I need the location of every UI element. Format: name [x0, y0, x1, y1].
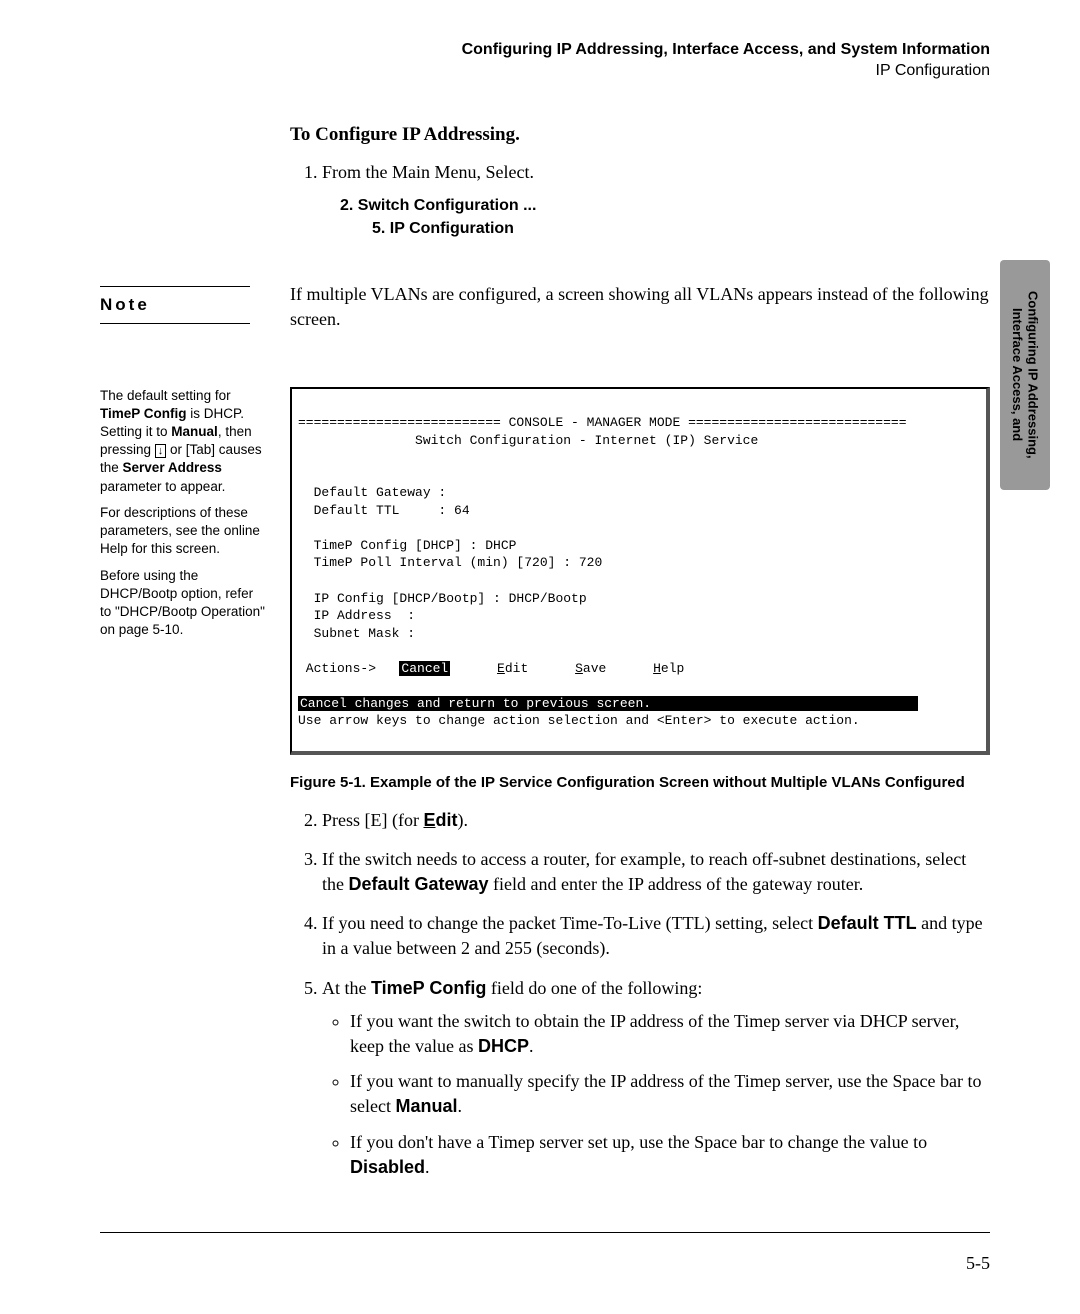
bullet-manual: If you want to manually specify the IP a… [350, 1069, 990, 1119]
callout-p2: For descriptions of these parameters, se… [100, 504, 265, 559]
side-tab: Configuring IP Addressing, Interface Acc… [1000, 260, 1050, 490]
callout-p3: Before using the DHCP/Bootp option, refe… [100, 567, 265, 640]
down-arrow-key-icon: ↓ [155, 444, 167, 458]
page-header: Configuring IP Addressing, Interface Acc… [100, 40, 990, 82]
note-label: Note [100, 286, 250, 324]
figure-caption: Figure 5-1. Example of the IP Service Co… [290, 773, 990, 793]
section-heading: To Configure IP Addressing. [290, 122, 990, 149]
step-5: At the TimeP Config field do one of the … [322, 976, 990, 1180]
menu-path-2: 5. IP Configuration [372, 218, 990, 240]
step-2: Press [E] (for Edit). [322, 808, 990, 833]
page-number: 5-5 [100, 1253, 990, 1274]
menu-path-1: 2. Switch Configuration ... [340, 195, 990, 217]
terminal-action-cancel: Cancel [399, 661, 450, 676]
bullet-dhcp: If you want the switch to obtain the IP … [350, 1009, 990, 1059]
terminal-screenshot: ========================== CONSOLE - MAN… [290, 387, 990, 756]
header-subtitle: IP Configuration [100, 61, 990, 82]
header-title: Configuring IP Addressing, Interface Acc… [100, 40, 990, 61]
bullet-disabled: If you don't have a Timep server set up,… [350, 1130, 990, 1180]
step-1: From the Main Menu, Select. 2. Switch Co… [322, 160, 990, 240]
terminal-status-line: Cancel changes and return to previous sc… [298, 696, 918, 711]
step-3: If the switch needs to access a router, … [322, 847, 990, 897]
side-tab-text: Configuring IP Addressing, Interface Acc… [1009, 291, 1040, 459]
callout-block: The default setting for TimeP Config is … [100, 387, 265, 640]
callout-p1: The default setting for TimeP Config is … [100, 387, 265, 496]
footer-rule [100, 1232, 990, 1233]
note-text: If multiple VLANs are configured, a scre… [290, 282, 990, 332]
step-4: If you need to change the packet Time-To… [322, 911, 990, 961]
